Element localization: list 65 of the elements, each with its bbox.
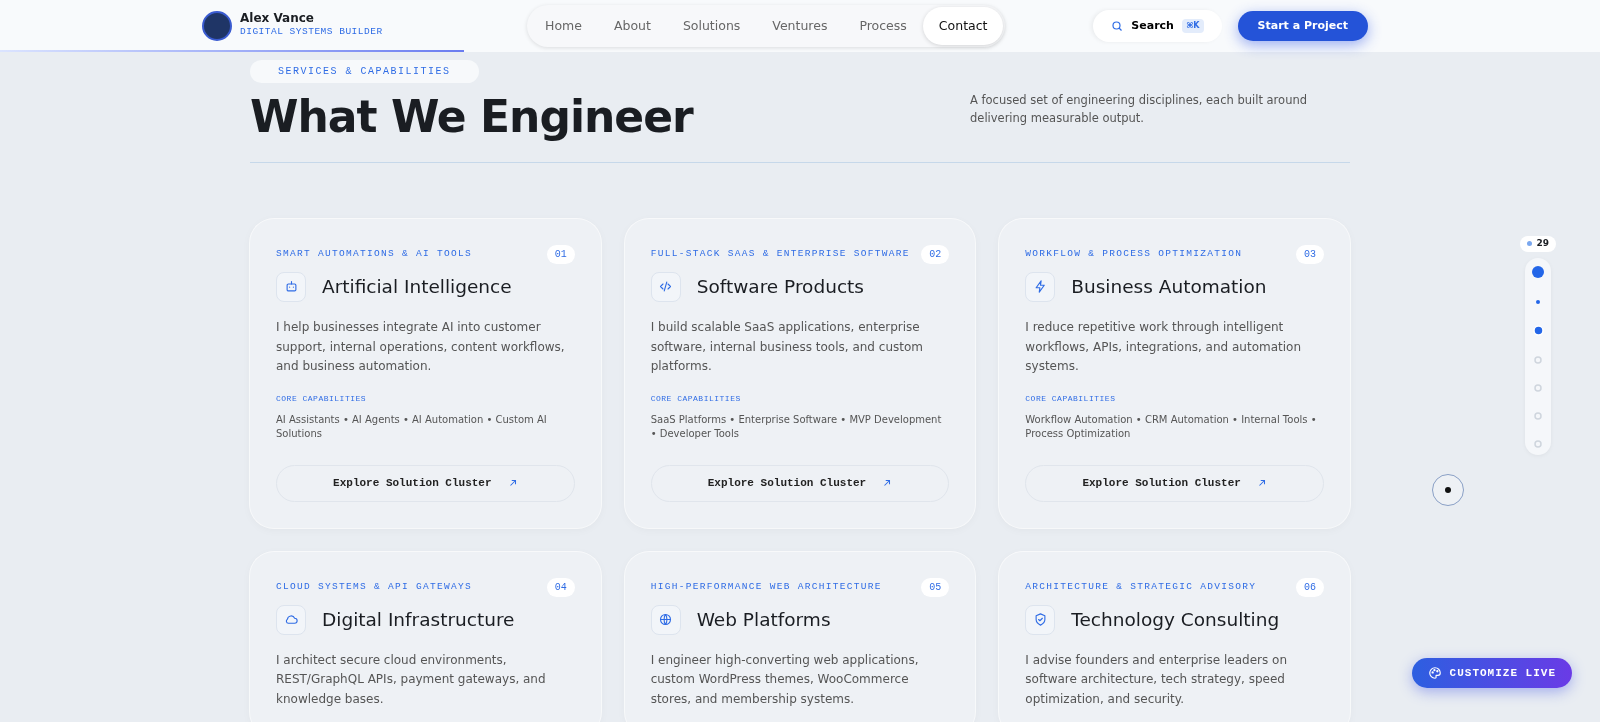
palette-icon bbox=[1427, 665, 1442, 680]
card-description: I engineer high-converting web applications, custom WordPress themes, WooCommerce stores, and membership systems. bbox=[650, 651, 920, 709]
card-title: Digital Infrastructure bbox=[322, 608, 515, 631]
section-title: What We Engineer bbox=[250, 91, 693, 144]
globe-icon bbox=[658, 612, 674, 628]
section-dot[interactable] bbox=[1533, 410, 1544, 421]
dot-icon bbox=[1527, 241, 1533, 247]
search-icon bbox=[1111, 20, 1124, 32]
section-dot[interactable] bbox=[1533, 354, 1544, 365]
floating-circle-button[interactable] bbox=[1432, 474, 1464, 506]
card-number: 04 bbox=[546, 577, 575, 597]
card-eyebrow: FULL-STACK SAAS & ENTERPRISE SOFTWARE bbox=[650, 247, 910, 262]
capabilities-list: AI Assistants • AI Agents • AI Automation • Custom AI Solutions bbox=[276, 413, 575, 442]
card-number: 03 bbox=[1295, 244, 1324, 264]
card-eyebrow: CLOUD SYSTEMS & API GATEWAYS bbox=[276, 580, 473, 595]
card-eyebrow: ARCHITECTURE & STRATEGIC ADVISORY bbox=[1025, 580, 1257, 595]
card-description: I reduce repetitive work through intelligent workflows, APIs, integrations, and automation systems. bbox=[1025, 318, 1303, 376]
avatar-circle bbox=[202, 11, 232, 41]
section-dot[interactable] bbox=[1531, 323, 1545, 337]
card-number: 02 bbox=[921, 244, 950, 264]
shield-check-icon bbox=[1032, 612, 1048, 628]
capabilities-list: SaaS Platforms • Enterprise Software • MVP Development • Developer Tools bbox=[650, 413, 950, 442]
card-eyebrow: SMART AUTOMATIONS & AI TOOLS bbox=[276, 247, 473, 262]
card-title: Technology Consulting bbox=[1071, 608, 1280, 631]
explore-button[interactable]: Explore Solution Cluster bbox=[1025, 465, 1324, 502]
section-intro: A focused set of engineering disciplines, each built around delivering measurable output. bbox=[970, 92, 1308, 128]
robot-icon bbox=[283, 279, 299, 295]
card-eyebrow: WORKFLOW & PROCESS OPTIMIZATION bbox=[1025, 247, 1243, 262]
capabilities-list: Workflow Automation • CRM Automation • Internal Tools • Process Optimization bbox=[1025, 413, 1324, 442]
brand-name: Alex Vance bbox=[240, 12, 315, 26]
card-description: I architect secure cloud environments, REST/GraphQL APIs, payment gateways, and knowledge bases. bbox=[276, 651, 547, 709]
section-dot[interactable] bbox=[1533, 438, 1544, 449]
nav-tab[interactable]: Home bbox=[529, 6, 598, 46]
card-title: Web Platforms bbox=[696, 608, 831, 631]
card-number: 05 bbox=[921, 577, 950, 597]
search-button[interactable]: Search ⌘K bbox=[1093, 9, 1222, 43]
customize-live-button[interactable]: CUSTOMIZE LIVE bbox=[1411, 657, 1572, 688]
shortcut-hint: ⌘K bbox=[1181, 19, 1204, 33]
capabilities-label: CORE CAPABILITIES bbox=[1025, 393, 1117, 406]
card-number: 01 bbox=[546, 244, 575, 264]
capabilities-label: CORE CAPABILITIES bbox=[276, 393, 368, 406]
brand-tagline: DIGITAL SYSTEMS BUILDER bbox=[240, 25, 383, 40]
section-eyebrow: SERVICES & CAPABILITIES bbox=[250, 60, 479, 83]
dot-icon bbox=[1445, 487, 1451, 493]
section-dot[interactable] bbox=[1533, 382, 1544, 393]
card-description: I build scalable SaaS applications, enterprise software, internal business tools, and custom platforms. bbox=[650, 318, 924, 376]
card-title: Software Products bbox=[696, 275, 864, 298]
capabilities-label: CORE CAPABILITIES bbox=[650, 393, 742, 406]
section-dot[interactable] bbox=[1534, 297, 1543, 306]
card-description: I advise founders and enterprise leaders on software architecture, tech strategy, speed optimization, and security. bbox=[1025, 651, 1289, 709]
nav-tab[interactable]: Solutions bbox=[666, 6, 757, 46]
nav-tab[interactable]: Contact bbox=[922, 6, 1004, 46]
card-title: Business Automation bbox=[1071, 275, 1267, 298]
card-description: I help businesses integrate AI into customer support, internal operations, content workflows, and business automation. bbox=[276, 318, 566, 376]
nav-tab[interactable]: Ventures bbox=[756, 6, 844, 46]
card-number: 06 bbox=[1295, 577, 1324, 597]
nav-tab[interactable]: Process bbox=[843, 6, 923, 46]
start-project-button[interactable]: Start a Project bbox=[1237, 10, 1368, 42]
explore-button[interactable]: Explore Solution Cluster bbox=[276, 465, 575, 502]
section-dot[interactable] bbox=[1530, 263, 1547, 280]
card-eyebrow: HIGH-PERFORMANCE WEB ARCHITECTURE bbox=[650, 580, 882, 595]
nav-tab[interactable]: About bbox=[597, 6, 667, 46]
explore-button[interactable]: Explore Solution Cluster bbox=[650, 465, 950, 502]
section-counter: 29 bbox=[1520, 236, 1556, 252]
card-title: Artificial Intelligence bbox=[322, 275, 512, 298]
